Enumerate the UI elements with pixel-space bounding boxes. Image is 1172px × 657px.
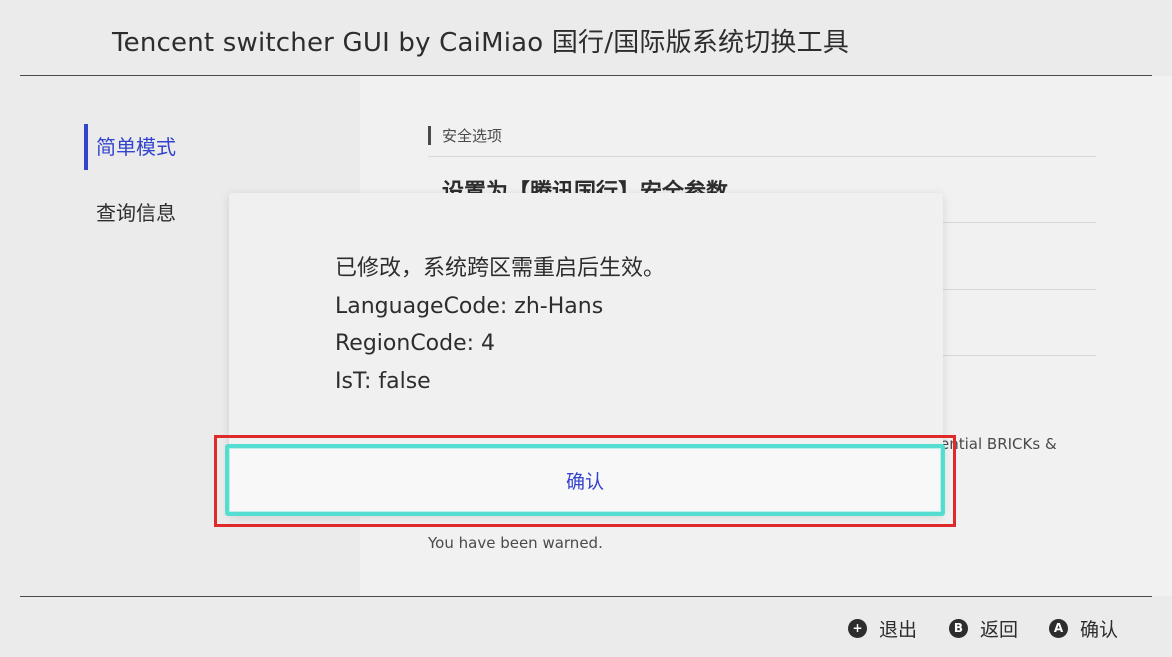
footer-bar: + 退出 B 返回 A 确认 bbox=[0, 597, 1172, 657]
b-button-icon: B bbox=[949, 618, 968, 638]
exit-button[interactable]: + 退出 bbox=[848, 616, 918, 641]
confirm-button[interactable]: 确认 bbox=[225, 444, 945, 516]
warning-text: You have been warned. bbox=[428, 534, 603, 552]
page-title: Tencent switcher GUI by CaiMiao 国行/国际版系统… bbox=[112, 28, 850, 58]
confirm-footer-button[interactable]: A 确认 bbox=[1049, 616, 1119, 641]
back-label: 返回 bbox=[980, 618, 1019, 641]
dialog-message: 已修改，系统跨区需重启后生效。 LanguageCode: zh-Hans Re… bbox=[335, 250, 665, 400]
section-title: 安全选项 bbox=[428, 125, 502, 146]
list-divider bbox=[428, 156, 1096, 157]
warning-partial-text: ential BRICKs & bbox=[940, 435, 1057, 453]
sidebar-item-label: 查询信息 bbox=[96, 201, 176, 225]
back-button[interactable]: B 返回 bbox=[949, 616, 1019, 641]
dialog-line: LanguageCode: zh-Hans bbox=[335, 293, 604, 319]
app-header: Tencent switcher GUI by CaiMiao 国行/国际版系统… bbox=[0, 0, 1172, 76]
sidebar-item-simple-mode[interactable]: 简单模式 bbox=[84, 124, 324, 170]
dialog-line: RegionCode: 4 bbox=[335, 331, 496, 356]
plus-button-icon: + bbox=[848, 618, 867, 638]
dialog-line: IsT: false bbox=[335, 368, 431, 394]
confirm-label: 确认 bbox=[1080, 618, 1119, 641]
a-button-icon: A bbox=[1049, 618, 1068, 638]
exit-label: 退出 bbox=[879, 618, 918, 641]
dialog-line: 已修改，系统跨区需重启后生效。 bbox=[335, 256, 666, 281]
confirm-button-label: 确认 bbox=[565, 470, 604, 493]
sidebar-item-label: 简单模式 bbox=[96, 135, 176, 159]
